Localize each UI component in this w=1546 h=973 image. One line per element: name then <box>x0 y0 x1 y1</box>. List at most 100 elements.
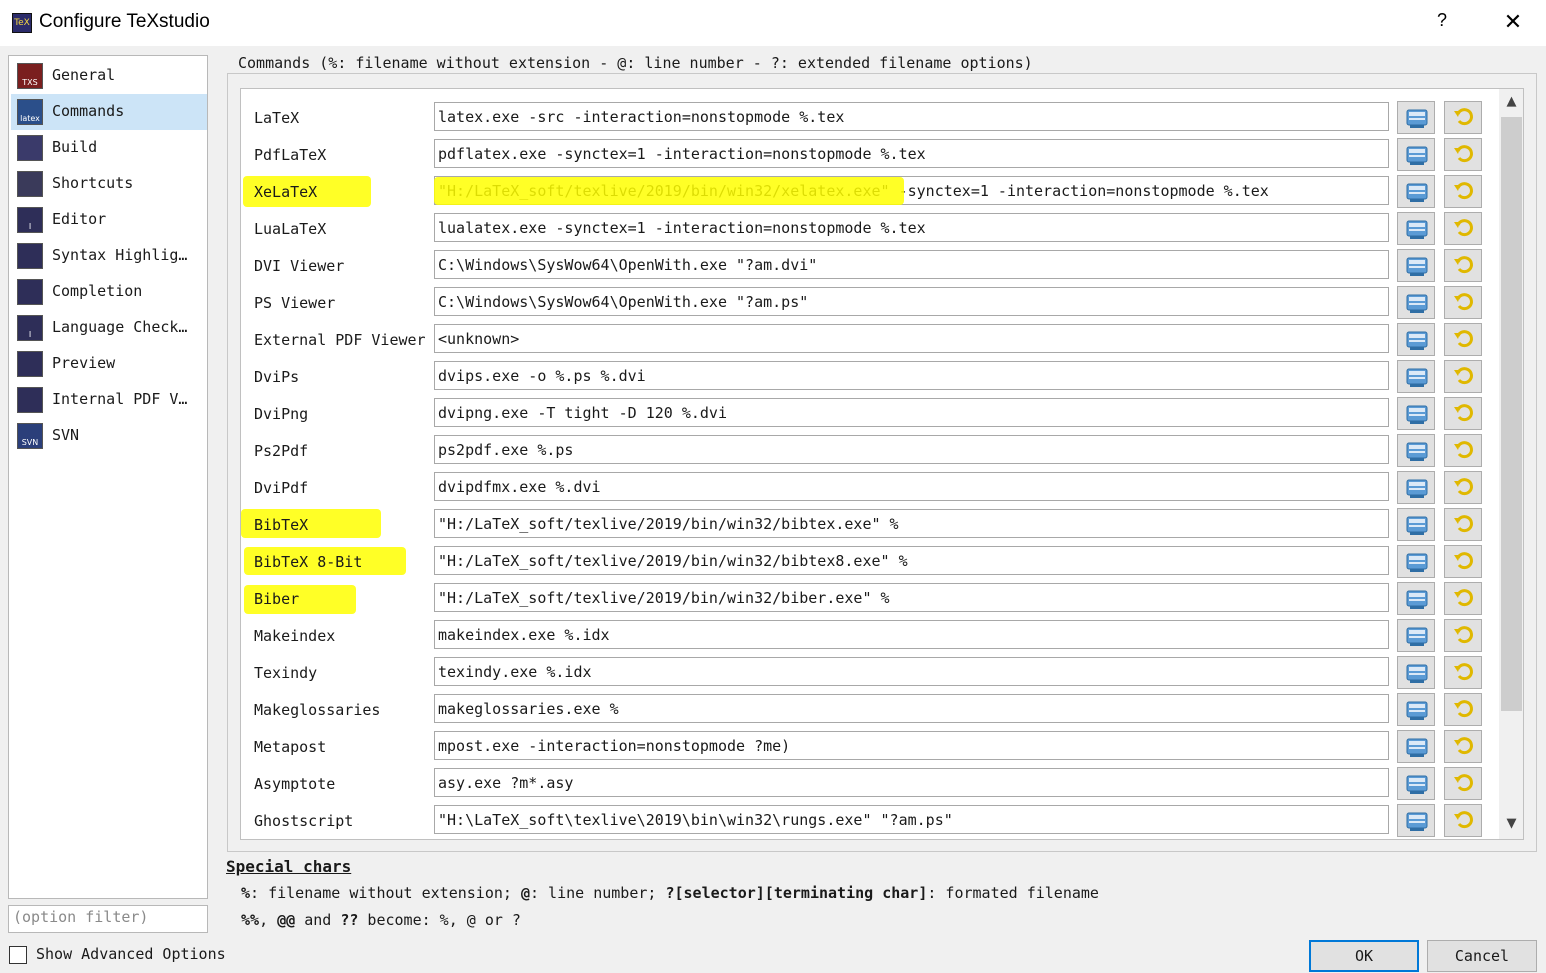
select-program-button[interactable] <box>1397 508 1435 541</box>
command-input[interactable]: "H:/LaTeX_soft/texlive/2019/bin/win32/bi… <box>434 546 1389 575</box>
restore-default-button[interactable] <box>1444 323 1482 356</box>
restore-default-button[interactable] <box>1444 397 1482 430</box>
command-input[interactable]: C:\Windows\SysWow64\OpenWith.exe "?am.dv… <box>434 250 1389 279</box>
sidebar-item-general[interactable]: TXS General <box>11 58 207 94</box>
restore-default-button[interactable] <box>1444 434 1482 467</box>
restore-default-button[interactable] <box>1444 471 1482 504</box>
select-program-button[interactable] <box>1397 656 1435 689</box>
command-input[interactable]: ps2pdf.exe %.ps <box>434 435 1389 464</box>
select-program-button[interactable] <box>1397 286 1435 319</box>
command-row: Makeindex makeindex.exe %.idx <box>241 618 1499 655</box>
restore-default-button[interactable] <box>1444 693 1482 726</box>
select-program-button[interactable] <box>1397 101 1435 134</box>
select-program-button[interactable] <box>1397 434 1435 467</box>
command-label: Asymptote <box>254 775 336 793</box>
command-input[interactable]: dvipdfmx.exe %.dvi <box>434 472 1389 501</box>
restore-default-button[interactable] <box>1444 175 1482 208</box>
select-program-button[interactable] <box>1397 767 1435 800</box>
sidebar-item-language-check[interactable]: I Language Check… <box>11 310 207 346</box>
command-input[interactable]: makeindex.exe %.idx <box>434 620 1389 649</box>
help-button[interactable]: ? <box>1430 10 1454 36</box>
sidebar-item-label: Syntax Highlig… <box>52 246 188 264</box>
select-program-button[interactable] <box>1397 804 1435 837</box>
command-input[interactable]: dvipng.exe -T tight -D 120 %.dvi <box>434 398 1389 427</box>
command-label: DviPng <box>254 405 309 423</box>
sidebar-item-build[interactable]: Build <box>11 130 207 166</box>
select-program-button[interactable] <box>1397 693 1435 726</box>
command-label: Ghostscript <box>254 812 354 830</box>
restore-default-button[interactable] <box>1444 286 1482 319</box>
restore-default-button[interactable] <box>1444 138 1482 171</box>
select-program-button[interactable] <box>1397 397 1435 430</box>
command-row: LuaLaTeX lualatex.exe -synctex=1 -interac… <box>241 211 1499 248</box>
restore-default-button[interactable] <box>1444 249 1482 282</box>
command-label: PdfLaTeX <box>254 146 327 164</box>
sidebar-item-completion[interactable]: Completion <box>11 274 207 310</box>
highlight-mark <box>434 177 904 205</box>
command-input[interactable]: "H:/LaTeX_soft/texlive/2019/bin/win32/bi… <box>434 509 1389 538</box>
syntax-highlighting-icon <box>17 243 43 269</box>
command-input[interactable]: asy.exe ?m*.asy <box>434 768 1389 797</box>
command-input[interactable]: "H:\LaTeX_soft\texlive\2019\bin\win32\ru… <box>434 805 1389 834</box>
restore-default-button[interactable] <box>1444 730 1482 763</box>
restore-default-button[interactable] <box>1444 767 1482 800</box>
show-advanced-label[interactable]: Show Advanced Options <box>36 945 226 963</box>
command-input[interactable]: latex.exe -src -interaction=nonstopmode … <box>434 102 1389 131</box>
select-program-button[interactable] <box>1397 619 1435 652</box>
option-filter-input[interactable]: (option filter) <box>8 905 208 933</box>
command-input[interactable]: texindy.exe %.idx <box>434 657 1389 686</box>
special-chars-title: Special chars <box>226 857 352 876</box>
select-program-button[interactable] <box>1397 212 1435 245</box>
sidebar-item-editor[interactable]: I Editor <box>11 202 207 238</box>
scroll-up-icon[interactable]: ▲ <box>1499 89 1523 115</box>
sidebar-item-shortcuts[interactable]: Shortcuts <box>11 166 207 202</box>
svn-icon: SVN <box>17 423 43 449</box>
sidebar-item-syntax-highlig[interactable]: Syntax Highlig… <box>11 238 207 274</box>
select-program-button[interactable] <box>1397 138 1435 171</box>
restore-default-button[interactable] <box>1444 508 1482 541</box>
select-program-button[interactable] <box>1397 582 1435 615</box>
command-row: LaTeX latex.exe -src -interaction=nonstop… <box>241 100 1499 137</box>
select-program-button[interactable] <box>1397 175 1435 208</box>
sidebar-item-commands[interactable]: latex Commands <box>11 94 207 130</box>
select-program-button[interactable] <box>1397 360 1435 393</box>
sidebar-item-preview[interactable]: Preview <box>11 346 207 382</box>
command-row: PdfLaTeX pdflatex.exe -synctex=1 -interac… <box>241 137 1499 174</box>
command-input[interactable]: C:\Windows\SysWow64\OpenWith.exe "?am.ps… <box>434 287 1389 316</box>
select-program-button[interactable] <box>1397 323 1435 356</box>
command-input[interactable]: dvips.exe -o %.ps %.dvi <box>434 361 1389 390</box>
select-program-button[interactable] <box>1397 249 1435 282</box>
command-label: BibTeX 8-Bit <box>254 553 363 571</box>
command-input[interactable]: <unknown> <box>434 324 1389 353</box>
scroll-thumb[interactable] <box>1501 117 1522 711</box>
select-program-button[interactable] <box>1397 471 1435 504</box>
command-label: DviPs <box>254 368 300 386</box>
close-button[interactable]: ✕ <box>1496 6 1530 40</box>
sidebar-item-internal-pdf-v[interactable]: Internal PDF V… <box>11 382 207 418</box>
cancel-button[interactable]: Cancel <box>1427 940 1537 972</box>
show-advanced-checkbox[interactable] <box>9 946 27 964</box>
sidebar-item-svn[interactable]: SVN SVN <box>11 418 207 454</box>
command-input[interactable]: lualatex.exe -synctex=1 -interaction=non… <box>434 213 1389 242</box>
txs-icon: TXS <box>17 63 43 89</box>
restore-default-button[interactable] <box>1444 545 1482 578</box>
restore-default-button[interactable] <box>1444 101 1482 134</box>
command-row: Metapost mpost.exe -interaction=nonstopmo… <box>241 729 1499 766</box>
command-row: Makeglossaries makeglossaries.exe % <box>241 692 1499 729</box>
select-program-button[interactable] <box>1397 730 1435 763</box>
vertical-scrollbar[interactable]: ▲ ▼ <box>1499 89 1523 839</box>
restore-default-button[interactable] <box>1444 582 1482 615</box>
restore-default-button[interactable] <box>1444 656 1482 689</box>
restore-default-button[interactable] <box>1444 212 1482 245</box>
restore-default-button[interactable] <box>1444 360 1482 393</box>
select-program-button[interactable] <box>1397 545 1435 578</box>
restore-default-button[interactable] <box>1444 804 1482 837</box>
command-input[interactable]: mpost.exe -interaction=nonstopmode ?me) <box>434 731 1389 760</box>
special-chars-line-1: %: filename without extension; @: line n… <box>241 884 1099 902</box>
command-input[interactable]: "H:/LaTeX_soft/texlive/2019/bin/win32/bi… <box>434 583 1389 612</box>
command-input[interactable]: makeglossaries.exe % <box>434 694 1389 723</box>
command-input[interactable]: pdflatex.exe -synctex=1 -interaction=non… <box>434 139 1389 168</box>
restore-default-button[interactable] <box>1444 619 1482 652</box>
scroll-down-icon[interactable]: ▼ <box>1499 811 1523 837</box>
ok-button[interactable]: OK <box>1309 940 1419 972</box>
